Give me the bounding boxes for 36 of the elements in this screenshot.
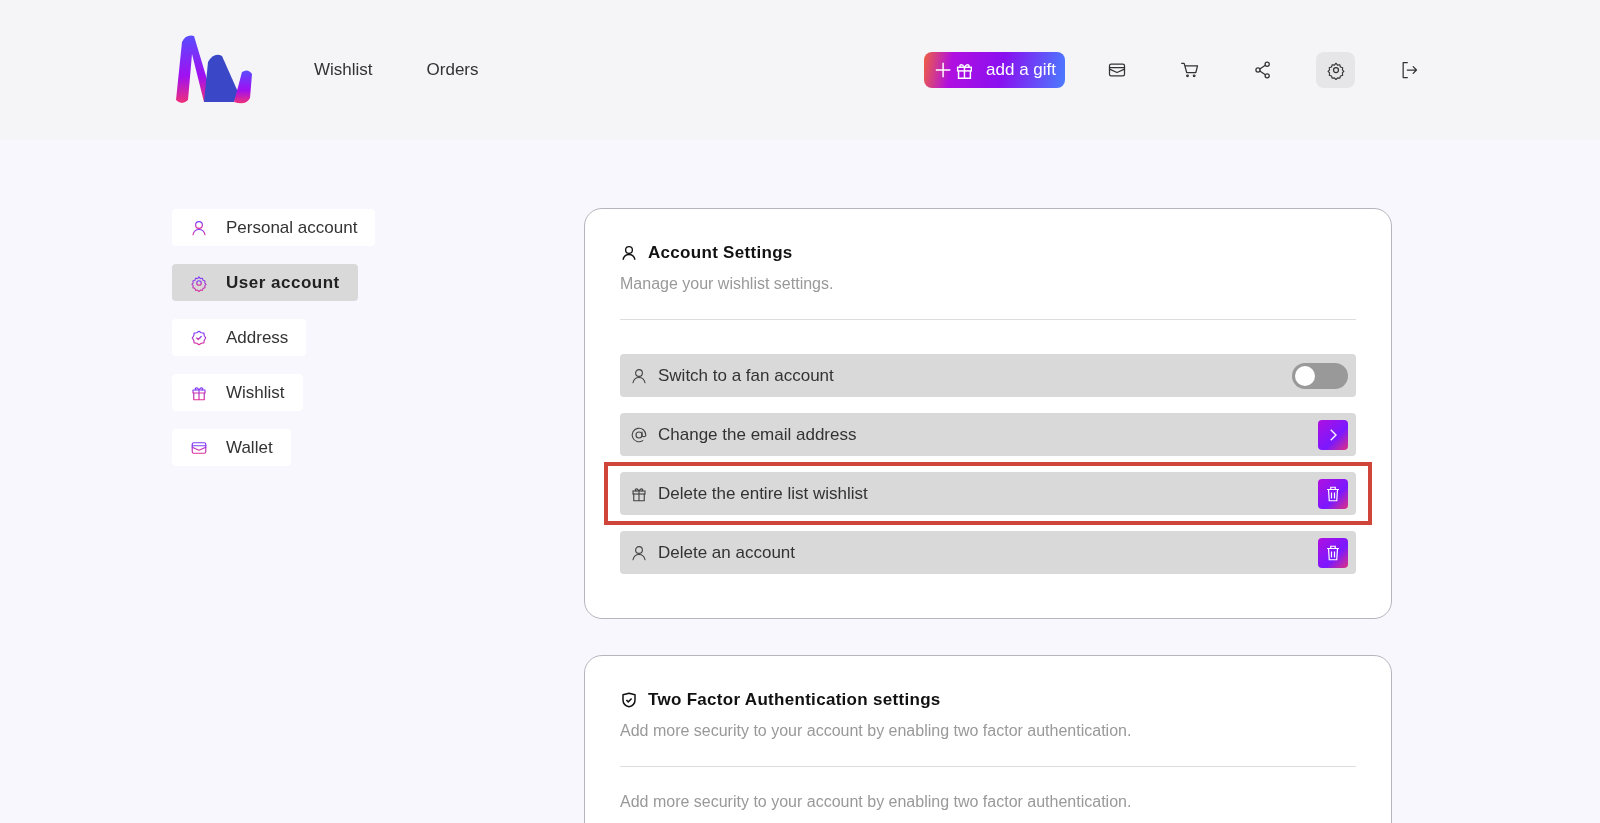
sidebar-item[interactable]: User account	[172, 264, 358, 301]
card-text: Add more security to your account by enabling two factor authentication.	[620, 793, 1133, 811]
chevron-button[interactable]	[1318, 419, 1348, 450]
gear-icon	[190, 273, 208, 292]
sidebar-item[interactable]: Wallet	[172, 429, 291, 466]
card-title: Two Factor Authentication settings	[648, 690, 941, 710]
row-label: Delete the entire list wishlist	[658, 483, 869, 504]
at-sign-icon	[630, 425, 648, 444]
card-subtitle: Add more security to your account by enabling two factor authentication.	[620, 722, 1133, 740]
sidebar-item[interactable]: Wishlist	[172, 374, 303, 411]
sidebar-item[interactable]: Personal account	[172, 209, 376, 246]
user-icon	[620, 244, 638, 262]
add-gift-button[interactable]: add a gift	[924, 52, 1065, 88]
settings-row[interactable]: Switch to a fan account	[620, 354, 1356, 397]
card-subtitle: Manage your wishlist settings.	[620, 275, 835, 293]
settings-row[interactable]: Delete the entire list wishlist	[620, 472, 1356, 515]
row-label: Switch to a fan account	[658, 365, 835, 386]
user-icon	[190, 218, 208, 237]
user-icon	[630, 366, 648, 385]
nav-link[interactable]: Orders	[426, 60, 479, 80]
row-label: Change the email address	[658, 424, 858, 445]
delete-button[interactable]	[1318, 478, 1348, 509]
settings-icon[interactable]	[1316, 52, 1355, 88]
shield-check-icon	[620, 691, 638, 709]
trash-icon	[1324, 543, 1342, 562]
settings-row[interactable]: Delete an account	[620, 531, 1356, 574]
check-badge-icon	[190, 328, 208, 347]
user-icon	[630, 543, 648, 562]
card-title: Account Settings	[648, 243, 793, 263]
sidebar-item[interactable]: Address	[172, 319, 307, 356]
settings-row[interactable]: Change the email address	[620, 413, 1356, 456]
trash-icon	[1324, 484, 1342, 503]
delete-button[interactable]	[1318, 537, 1348, 568]
toggle-switch[interactable]	[1292, 362, 1348, 389]
nav-link[interactable]: Wishlist	[314, 60, 373, 80]
row-label: Delete an account	[658, 542, 797, 563]
